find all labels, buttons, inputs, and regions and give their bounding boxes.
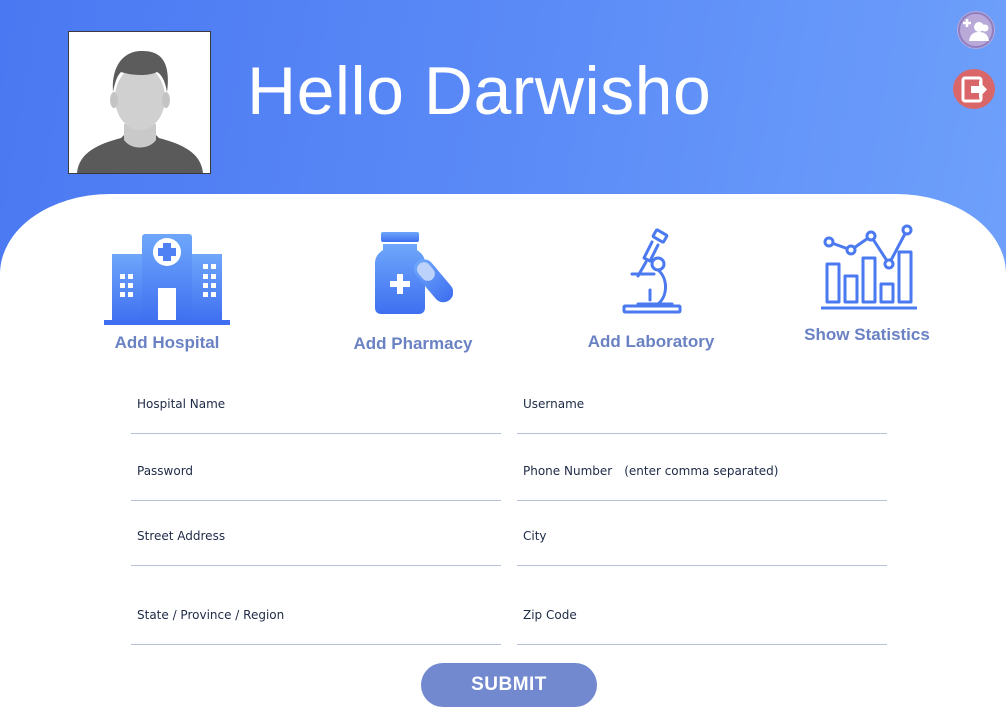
street-address-label: Street Address [137,529,226,543]
microscope-icon [622,228,682,314]
username-label: Username [523,397,585,411]
add-pharmacy-button[interactable]: Add Pharmacy [342,230,484,354]
greeting-title: Hello Darwisho [247,53,712,129]
add-user-icon [958,12,994,48]
add-hospital-label: Add Hospital [114,333,220,352]
show-statistics-label: Show Statistics [804,325,930,344]
show-statistics-button[interactable]: Show Statistics [796,222,938,345]
street-address-input[interactable] [137,546,496,563]
phone-number-label-text: Phone Number [523,464,613,478]
add-hospital-button[interactable]: Add Hospital [96,232,238,353]
password-field[interactable]: Password [131,464,501,501]
add-pharmacy-label: Add Pharmacy [353,334,473,353]
username-input[interactable] [523,414,882,431]
username-field[interactable]: Username [517,397,887,434]
phone-number-field[interactable]: Phone Number (enter comma separated) [517,464,887,501]
logout-icon [961,76,987,103]
city-field[interactable]: City [517,529,887,566]
phone-number-label: Phone Number (enter comma separated) [523,464,778,478]
phone-number-hint: (enter comma separated) [624,464,779,478]
pharmacy-icon [375,232,453,314]
password-label: Password [137,464,194,478]
hospital-name-label: Hospital Name [137,397,226,411]
street-address-field[interactable]: Street Address [131,529,501,566]
zip-code-label: Zip Code [523,608,577,622]
hospital-name-input[interactable] [137,414,496,431]
user-silhouette-icon [69,32,210,173]
city-input[interactable] [523,546,882,563]
password-input[interactable] [137,481,496,498]
hospital-name-field[interactable]: Hospital Name [131,397,501,434]
add-laboratory-button[interactable]: Add Laboratory [580,228,722,352]
add-laboratory-label: Add Laboratory [587,332,715,351]
logout-button[interactable] [953,69,995,109]
state-label: State / Province / Region [137,608,285,622]
submit-button[interactable]: SUBMIT [421,663,597,707]
city-label: City [523,529,547,543]
hospital-icon [104,234,230,325]
zip-code-input[interactable] [523,625,882,642]
state-field[interactable]: State / Province / Region [131,608,501,645]
state-input[interactable] [137,625,496,642]
add-user-button[interactable] [957,11,995,49]
statistics-icon [821,224,917,310]
zip-code-field[interactable]: Zip Code [517,608,887,645]
avatar [68,31,211,174]
phone-number-input[interactable] [523,481,882,498]
